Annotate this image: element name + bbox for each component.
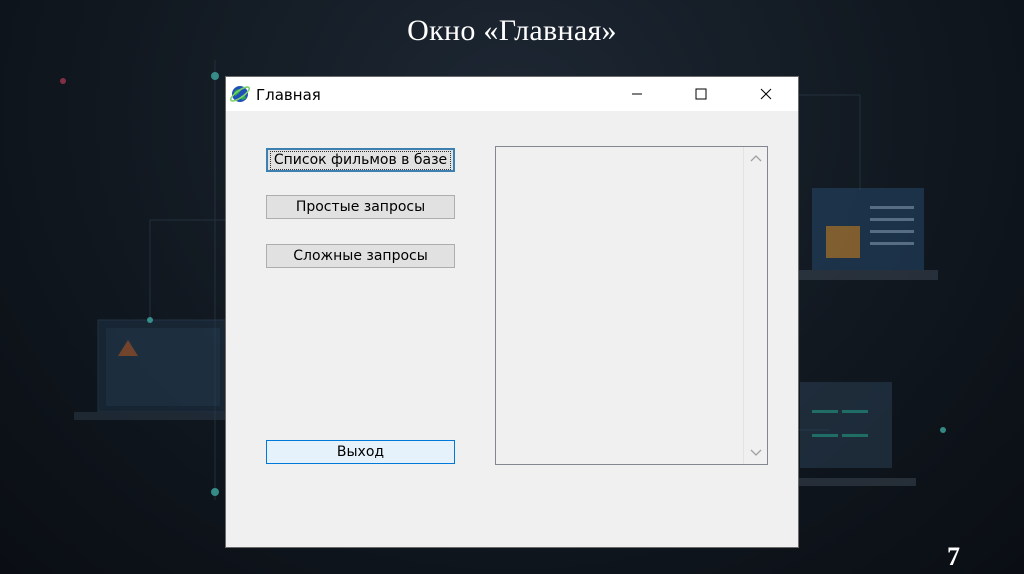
minimize-icon <box>632 93 642 95</box>
complex-queries-button[interactable]: Сложные запросы <box>266 244 455 268</box>
scroll-down-arrow-icon[interactable] <box>750 448 762 458</box>
maximize-icon <box>695 88 707 100</box>
title-bar[interactable]: Главная <box>226 77 798 111</box>
exit-button[interactable]: Выход <box>266 440 455 464</box>
globe-app-icon <box>229 83 251 105</box>
simple-queries-button[interactable]: Простые запросы <box>266 195 455 219</box>
slide-title: Окно «Главная» <box>407 14 617 47</box>
close-icon <box>760 88 772 100</box>
maximize-button[interactable] <box>678 77 724 111</box>
page-number: 7 <box>947 542 960 571</box>
main-window: Главная Список фильмов в базе Простые за… <box>225 76 799 548</box>
close-button[interactable] <box>743 77 789 111</box>
minimize-button[interactable] <box>614 77 660 111</box>
window-title: Главная <box>256 86 321 104</box>
film-list-label: Список фильмов в базе <box>269 150 452 170</box>
film-list-button[interactable]: Список фильмов в базе <box>266 148 455 172</box>
listbox-scrollbar[interactable] <box>743 147 767 464</box>
results-listbox[interactable] <box>495 146 768 465</box>
scroll-up-arrow-icon[interactable] <box>750 153 762 163</box>
